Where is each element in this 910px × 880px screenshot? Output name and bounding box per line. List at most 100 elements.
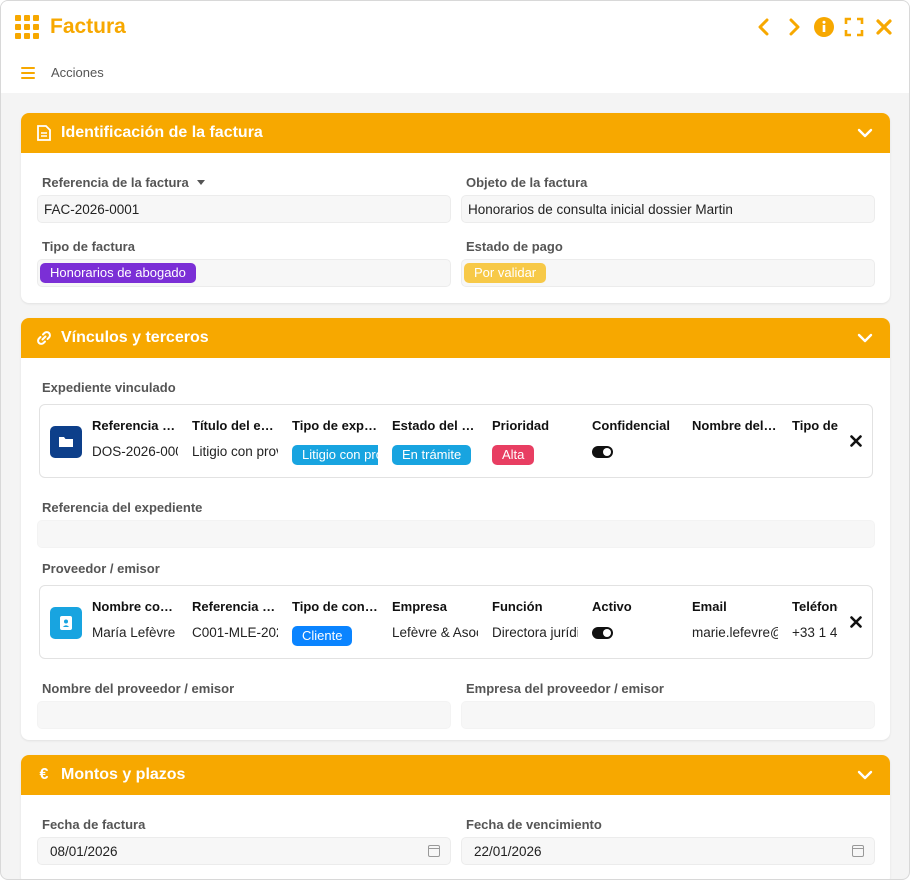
proveedor-card[interactable]: Nombre completo María Lefèvre Referencia… [39,585,873,659]
chevron-down-icon[interactable] [856,766,874,784]
proveedor-label: Proveedor / emisor [42,561,160,576]
proveedor-col-telefono: Teléfono +33 1 45 00 00 00 [792,586,838,658]
column-header: Estado del expediente [392,418,478,433]
section-header-identificacion[interactable]: Identificación de la factura [21,113,890,153]
grid-icon[interactable] [15,15,39,39]
field-label-text: Referencia de la factura [42,175,189,190]
column-header: Teléfono [792,599,838,614]
expediente-col-estado: Estado del expediente En trámite [392,405,478,477]
field-empresa-proveedor: Empresa del proveedor / emisor [461,679,875,729]
column-header: Título del expediente [192,418,278,433]
column-value: Litigio con proveedor [192,444,278,459]
top-bar: Factura Acciones [1,1,909,93]
actions-menu[interactable]: Acciones [21,65,104,80]
proveedor-col-referencia: Referencia del contacto C001-MLE-2026 [192,586,278,658]
tipo-contacto-badge: Cliente [292,626,353,646]
fecha-vencimiento-input[interactable]: 22/01/2026 [461,837,875,865]
hamburger-icon[interactable] [21,66,35,79]
field-label: Fecha de factura [42,817,146,832]
chevron-left-icon[interactable] [753,16,775,38]
estado-badge: Por validar [464,263,547,283]
calendar-icon[interactable] [428,845,440,857]
expediente-col-referencia: Referencia del expediente DOS-2026-0001 [92,405,178,477]
chevron-right-icon[interactable] [783,16,805,38]
tipo-badge: Litigio con proveedor [292,445,378,465]
field-label: Nombre del proveedor / emisor [42,681,235,696]
expediente-col-titulo: Título del expediente Litigio con provee… [192,405,278,477]
section-identificacion: Identificación de la factura Referencia … [21,113,890,303]
field-label: Empresa del proveedor / emisor [466,681,664,696]
proveedor-col-email: Email marie.lefevre@lefevre.fr [692,586,778,658]
estado-select[interactable]: Por validar [461,259,875,287]
column-header: Tipo de contacto [292,599,378,614]
expediente-label: Expediente vinculado [42,380,176,395]
caret-down-icon[interactable] [196,180,205,185]
expediente-col-tipo: Tipo de expediente Litigio con proveedor [292,405,378,477]
section-title: Identificación de la factura [61,124,263,141]
proveedor-col-nombre: Nombre completo María Lefèvre [92,586,178,658]
column-header: Referencia del contacto [192,599,278,614]
estado-badge: En trámite [392,445,472,465]
fecha-factura-input[interactable]: 08/01/2026 [37,837,451,865]
expediente-col-prioridad: Prioridad Alta [492,405,578,477]
column-header: Nombre del cliente [692,418,778,433]
field-tipo-factura: Tipo de factura Honorarios de abogado [37,237,451,287]
title-row: Factura [15,13,895,41]
info-icon[interactable] [813,16,835,38]
proveedor-col-activo: Activo [592,586,678,658]
field-objeto-factura: Objeto de la factura Honorarios de consu… [461,173,875,223]
actions-label[interactable]: Acciones [51,65,104,80]
column-value: Lefèvre & Asociados [392,625,478,640]
objeto-input[interactable]: Honorarios de consulta inicial dossier M… [461,195,875,223]
field-ref-expediente: Referencia del expediente [37,498,875,548]
close-icon[interactable] [873,16,895,38]
ref-expediente-input[interactable] [37,520,875,548]
section-vinculos: Vínculos y terceros Expediente vinculado… [21,318,890,740]
calendar-icon[interactable] [852,845,864,857]
column-value: DOS-2026-0001 [92,444,178,459]
fecha-vencimiento-value: 22/01/2026 [474,843,542,859]
expediente-card[interactable]: Referencia del expediente DOS-2026-0001 … [39,404,873,478]
field-nombre-proveedor: Nombre del proveedor / emisor [37,679,451,729]
field-fecha-vencimiento: Fecha de vencimiento 22/01/2026 [461,815,875,865]
window-actions [753,16,895,38]
column-value: C001-MLE-2026 [192,625,278,640]
chevron-down-icon[interactable] [856,329,874,347]
column-header: Nombre completo [92,599,178,614]
remove-proveedor-icon[interactable] [848,614,864,630]
chevron-down-icon[interactable] [856,124,874,142]
nombre-proveedor-input[interactable] [37,701,451,729]
column-value: +33 1 45 00 00 00 [792,625,838,640]
expediente-col-tipo-de: Tipo de [792,405,838,477]
empresa-proveedor-input[interactable] [461,701,875,729]
field-label: Objeto de la factura [466,175,588,190]
folder-icon [50,426,82,458]
document-icon [35,124,53,142]
column-header: Tipo de [792,418,838,433]
section-header-montos[interactable]: € Montos y plazos [21,755,890,795]
confidencial-toggle[interactable] [592,446,613,458]
column-value: Directora jurídica [492,625,578,640]
referencia-input[interactable]: FAC-2026-0001 [37,195,451,223]
remove-expediente-icon[interactable] [848,433,864,449]
field-estado-pago: Estado de pago Por validar [461,237,875,287]
column-value: María Lefèvre [92,625,176,640]
column-header: Email [692,599,727,614]
proveedor-col-empresa: Empresa Lefèvre & Asociados [392,586,478,658]
column-header: Función [492,599,543,614]
field-label: Fecha de vencimiento [466,817,602,832]
prioridad-badge: Alta [492,445,535,465]
fullscreen-icon[interactable] [843,16,865,38]
column-header: Tipo de expediente [292,418,378,433]
fecha-factura-value: 08/01/2026 [50,843,118,859]
section-montos: € Montos y plazos Fecha de factura 08/01… [21,755,890,879]
activo-toggle[interactable] [592,627,613,639]
column-header: Empresa [392,599,447,614]
tipo-select[interactable]: Honorarios de abogado [37,259,451,287]
invoice-window: Factura Acciones Identificación de la fa… [0,0,910,880]
field-label: Estado de pago [466,239,563,254]
expediente-col-cliente: Nombre del cliente [692,405,778,477]
column-header: Prioridad [492,418,550,433]
section-header-vinculos[interactable]: Vínculos y terceros [21,318,890,358]
column-header: Confidencial [592,418,671,433]
